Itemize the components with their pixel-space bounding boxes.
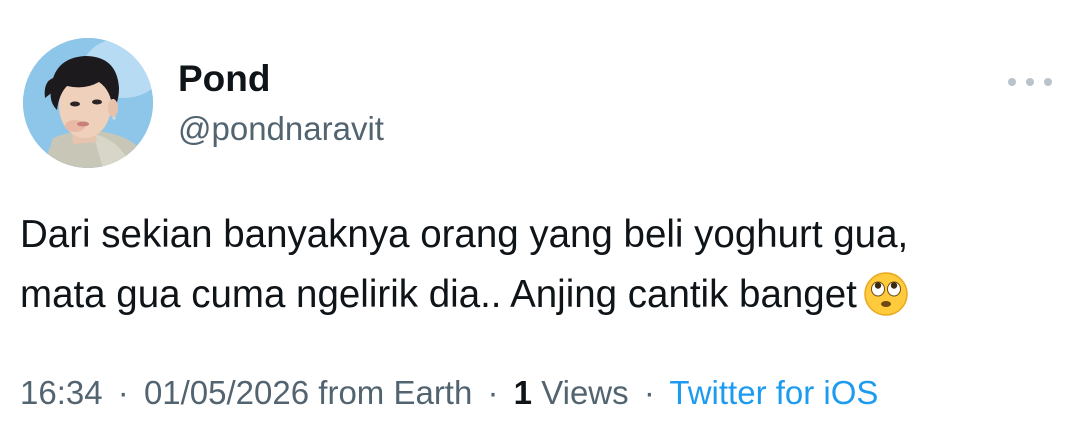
more-options-button[interactable] xyxy=(1008,68,1052,96)
views-label[interactable]: Views xyxy=(541,374,628,411)
tweet-location: from Earth xyxy=(318,374,473,411)
tweet-meta: 16:34 · 01/05/2026 from Earth · 1 Views … xyxy=(20,374,878,412)
views-count[interactable]: 1 xyxy=(514,374,532,411)
tweet-source-link[interactable]: Twitter for iOS xyxy=(669,374,878,411)
tweet-text-line-2-wrap: mata gua cuma ngelirik dia.. Anjing cant… xyxy=(20,265,1050,325)
more-dot-icon xyxy=(1008,78,1016,86)
avatar-photo xyxy=(23,38,153,168)
tweet-time[interactable]: 16:34 xyxy=(20,374,103,411)
tweet-date[interactable]: 01/05/2026 xyxy=(144,374,309,411)
tweet-card: Pond @pondnaravit Dari sekian banyaknya … xyxy=(0,0,1070,437)
tweet-text-line-1: Dari sekian banyaknya orang yang beli yo… xyxy=(20,213,909,256)
author-handle[interactable]: @pondnaravit xyxy=(178,110,384,148)
face-with-rolling-eyes-icon xyxy=(863,271,909,317)
meta-separator: · xyxy=(487,374,499,411)
more-dot-icon xyxy=(1026,78,1034,86)
avatar[interactable] xyxy=(23,38,153,168)
tweet-text: Dari sekian banyaknya orang yang beli yo… xyxy=(20,205,1050,325)
meta-separator: · xyxy=(643,374,655,411)
more-dot-icon xyxy=(1044,78,1052,86)
author-display-name[interactable]: Pond xyxy=(178,58,270,100)
meta-separator: · xyxy=(117,374,129,411)
tweet-text-line-2: mata gua cuma ngelirik dia.. Anjing cant… xyxy=(20,273,857,316)
